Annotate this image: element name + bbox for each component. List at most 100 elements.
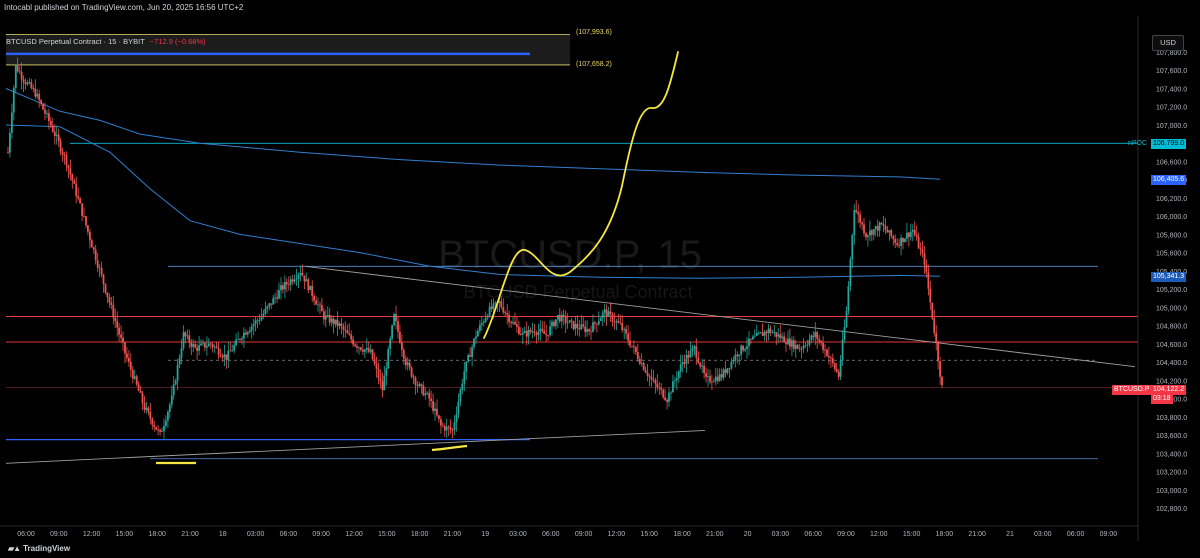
tradingview-logo[interactable]: ▰▲ TradingView — [8, 544, 70, 553]
price-tick-label: 102,800.0 — [1156, 506, 1187, 513]
candle-body — [264, 308, 267, 314]
candle-body — [477, 331, 479, 337]
candle-body — [623, 329, 626, 330]
candle-body — [379, 378, 382, 382]
time-tick-label: 21:00 — [181, 531, 199, 538]
candle-body — [92, 247, 95, 250]
candle-body — [508, 314, 510, 322]
candle-body — [453, 422, 456, 430]
candle-body — [746, 346, 748, 349]
candle-body — [919, 248, 922, 250]
price-tick-label: 105,600.0 — [1156, 251, 1187, 258]
candle-body — [806, 344, 809, 346]
candle-body — [256, 320, 259, 322]
candle-body — [675, 378, 678, 381]
candle-body — [50, 121, 52, 126]
candle-body — [469, 355, 471, 357]
time-tick-label: 06:00 — [542, 531, 560, 538]
candle-body — [307, 279, 310, 291]
candle-body — [369, 349, 372, 352]
price-tick-label: 104,800.0 — [1156, 324, 1187, 331]
candle-body — [196, 347, 198, 351]
candle-body — [720, 374, 723, 378]
price-tick-label: 107,200.0 — [1156, 105, 1187, 112]
candle-body — [155, 426, 158, 430]
candle-body — [330, 318, 333, 323]
candle-body — [878, 222, 881, 231]
candle-body — [615, 321, 618, 323]
symbol-legend[interactable]: BTCUSD Perpetual Contract · 15 · BYBIT −… — [6, 37, 206, 46]
candle-body — [186, 335, 189, 337]
candle-body — [870, 230, 873, 235]
candle-body — [278, 290, 280, 299]
candle-body — [241, 338, 243, 340]
candle-body — [557, 314, 559, 320]
candle-body — [785, 342, 787, 345]
candle-body — [38, 93, 41, 101]
candle-body — [389, 338, 392, 349]
time-axis[interactable]: 06:00 09:00 12:00 15:00 18:00 21:00 18 03:00 06:… — [0, 525, 1138, 538]
price-change: −712.9 (−0.68%) — [149, 37, 206, 46]
candle-body — [231, 350, 234, 352]
candle-body — [730, 361, 733, 369]
candle-body — [753, 335, 756, 337]
candle-body — [923, 253, 926, 265]
candle-body — [424, 393, 427, 396]
candle-body — [831, 358, 834, 364]
candle-body — [106, 292, 109, 298]
candle-body — [285, 282, 288, 285]
candle-body — [239, 338, 241, 340]
candle-body — [769, 328, 772, 333]
candle-body — [734, 354, 737, 361]
candle-body — [282, 285, 284, 290]
candle-body — [672, 381, 674, 393]
candle-body — [248, 330, 251, 333]
currency-button[interactable]: USD — [1152, 35, 1184, 51]
time-tick-label: 18:00 — [936, 531, 954, 538]
candle-body — [233, 345, 236, 351]
price-tick-label: 103,000.0 — [1156, 488, 1187, 495]
candle-body — [395, 314, 397, 322]
candle-body — [779, 334, 782, 339]
candle-body — [313, 295, 315, 301]
candle-body — [447, 426, 450, 428]
candle-body — [22, 79, 25, 83]
candle-body — [178, 357, 181, 365]
candle-body — [644, 369, 647, 373]
chart-area[interactable]: BTCUSD.P, 15 BTCUSD Perpetual Contract 1… — [0, 16, 1200, 558]
candle-body — [73, 180, 76, 184]
candle-body — [566, 322, 569, 324]
chart-canvas[interactable]: BTCUSD.P, 15 BTCUSD Perpetual Contract 1… — [0, 16, 1200, 558]
countdown-badge: 03:18 — [1151, 394, 1173, 404]
candle-body — [32, 88, 35, 89]
candle-body — [939, 361, 941, 377]
candle-body — [867, 235, 869, 238]
candle-body — [317, 304, 319, 306]
candle-body — [580, 324, 583, 330]
candle-body — [59, 141, 62, 152]
candle-body — [506, 313, 509, 315]
candle-body — [219, 354, 222, 357]
price-tick-label: 103,400.0 — [1156, 451, 1187, 458]
candle-body — [750, 338, 752, 340]
candle-body — [55, 134, 58, 136]
candle-body — [586, 329, 588, 332]
time-tick-label: 03:00 — [509, 531, 527, 538]
candle-body — [900, 237, 902, 246]
time-tick-label: 15:00 — [378, 531, 396, 538]
candle-body — [475, 336, 477, 339]
candle-body — [738, 354, 741, 357]
candle-body — [931, 302, 934, 319]
candle-body — [568, 320, 571, 323]
candle-body — [217, 347, 220, 355]
candle-body — [34, 88, 37, 97]
price-tick-label: 105,800.0 — [1156, 232, 1187, 239]
candle-body — [53, 131, 56, 136]
candle-body — [857, 212, 860, 215]
candle-body — [157, 429, 159, 431]
candle-body — [837, 371, 840, 377]
candle-body — [449, 427, 452, 430]
candle-body — [227, 350, 230, 361]
candle-body — [7, 152, 9, 154]
candle-body — [14, 64, 17, 89]
